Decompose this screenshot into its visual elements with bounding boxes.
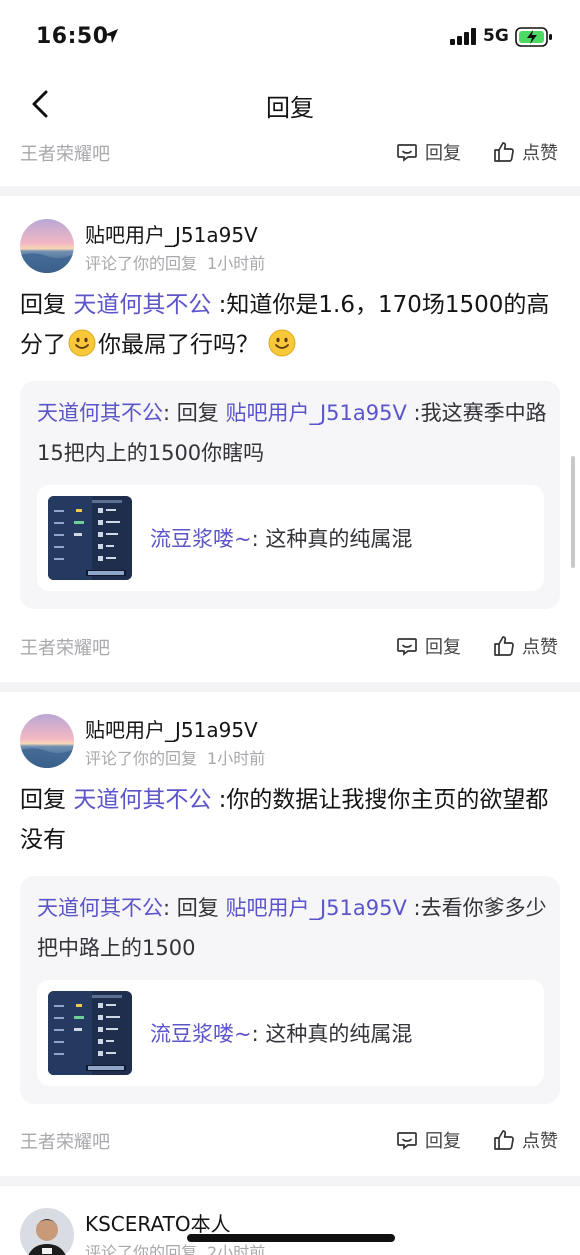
comment-body[interactable]: 回复 天道何其不公 :知道你是1.6，170场1500的高分了 你最屌了行吗？ — [20, 285, 565, 365]
mention-link[interactable]: 天道何其不公 — [73, 787, 211, 813]
notification-card[interactable]: 贴吧用户_J51a95V 评论了你的回复 1小时前 回复 天道何其不公 :知道你是… — [0, 196, 580, 682]
thumbs-up-icon — [494, 636, 514, 656]
reply-button[interactable]: 回复 — [395, 630, 461, 662]
footer-row: 王者荣耀吧 回复 点赞 — [0, 624, 580, 668]
like-label: 点赞 — [522, 143, 558, 164]
mention-link[interactable]: 天道何其不公 — [73, 292, 211, 318]
footer-row: 王者荣耀吧 回复 点赞 — [0, 130, 580, 174]
action-text: 评论了你的回复 — [85, 1243, 198, 1255]
cellular-signal-icon — [450, 28, 476, 45]
original-post-text: 流豆浆喽~: 这种真的纯属混 — [150, 1018, 412, 1048]
scrollbar[interactable] — [571, 456, 575, 568]
reply-prefix: 回复 — [20, 292, 66, 318]
quote-mention[interactable]: 贴吧用户_J51a95V — [225, 401, 406, 425]
meta-line: 评论了你的回复 1小时前 — [85, 250, 265, 274]
reply-label: 回复 — [425, 143, 461, 164]
post-snippet: : 这种真的纯属混 — [251, 527, 413, 551]
like-button[interactable]: 点赞 — [492, 1124, 558, 1156]
post-author[interactable]: 流豆浆喽~ — [150, 527, 252, 551]
nav-bar: 回复 — [0, 72, 580, 136]
like-button[interactable]: 点赞 — [492, 630, 558, 662]
network-type: 5G — [483, 26, 509, 46]
original-post-card[interactable]: 流豆浆喽~: 这种真的纯属混 — [37, 980, 544, 1086]
action-text: 评论了你的回复 — [85, 749, 198, 768]
like-label: 点赞 — [522, 1131, 558, 1152]
status-bar: 16:50 5G — [0, 0, 580, 72]
like-label: 点赞 — [522, 637, 558, 658]
divider — [0, 682, 580, 692]
divider — [0, 1176, 580, 1186]
battery-charging-icon — [515, 27, 552, 47]
avatar[interactable] — [20, 1208, 74, 1255]
quote-reply-word: : 回复 — [163, 896, 219, 920]
quote-reply-word: : 回复 — [163, 401, 219, 425]
location-arrow-icon — [104, 29, 118, 43]
comment-text: 你最屌了行吗？ — [98, 332, 259, 358]
quote-text: 天道何其不公: 回复 贴吧用户_J51a95V :去看你爹多少把中路上的1500 — [37, 888, 547, 968]
quoted-reply[interactable]: 天道何其不公: 回复 贴吧用户_J51a95V :去看你爹多少把中路上的1500… — [20, 876, 560, 1104]
comment-icon — [397, 1132, 417, 1150]
comment-icon — [397, 638, 417, 656]
status-time: 16:50 — [36, 24, 109, 49]
comment-body[interactable]: 回复 天道何其不公 :你的数据让我搜你主页的欲望都没有 — [20, 780, 565, 860]
username[interactable]: KSCERATO本人 — [85, 1208, 231, 1237]
username[interactable]: 贴吧用户_J51a95V — [85, 219, 258, 248]
forum-name[interactable]: 王者荣耀吧 — [20, 634, 110, 660]
action-text: 评论了你的回复 — [85, 254, 198, 273]
page-title: 回复 — [266, 94, 314, 122]
timestamp: 1小时前 — [207, 749, 266, 768]
smile-emoji-icon — [68, 329, 96, 357]
original-post-text: 流豆浆喽~: 这种真的纯属混 — [150, 523, 412, 553]
timestamp: 1小时前 — [207, 254, 266, 273]
like-button[interactable]: 点赞 — [492, 136, 558, 168]
thumbs-up-icon — [494, 142, 514, 162]
divider — [0, 186, 580, 196]
username[interactable]: 贴吧用户_J51a95V — [85, 714, 258, 743]
original-post-card[interactable]: 流豆浆喽~: 这种真的纯属混 — [37, 485, 544, 591]
post-author[interactable]: 流豆浆喽~ — [150, 1022, 252, 1046]
notification-list[interactable]: 王者荣耀吧 回复 点赞 贴吧用户_J51a95V 评论了你的回复 1小时前 回复 … — [0, 0, 580, 1255]
forum-name[interactable]: 王者荣耀吧 — [20, 140, 110, 166]
timestamp: 2小时前 — [207, 1243, 266, 1255]
quote-text: 天道何其不公: 回复 贴吧用户_J51a95V :我这赛季中路15把内上的150… — [37, 393, 547, 473]
post-thumbnail — [48, 496, 132, 580]
notification-card[interactable]: 贴吧用户_J51a95V 评论了你的回复 1小时前 回复 天道何其不公 :你的数据… — [0, 692, 580, 1176]
reply-label: 回复 — [425, 637, 461, 658]
avatar[interactable] — [20, 219, 74, 273]
avatar[interactable] — [20, 714, 74, 768]
home-indicator[interactable] — [187, 1234, 395, 1242]
post-snippet: : 这种真的纯属混 — [251, 1022, 413, 1046]
forum-name[interactable]: 王者荣耀吧 — [20, 1128, 110, 1154]
quote-author[interactable]: 天道何其不公 — [37, 896, 163, 920]
reply-button[interactable]: 回复 — [395, 1124, 461, 1156]
quote-mention[interactable]: 贴吧用户_J51a95V — [225, 896, 406, 920]
comment-icon — [397, 144, 417, 162]
quote-author[interactable]: 天道何其不公 — [37, 401, 163, 425]
reply-button[interactable]: 回复 — [395, 136, 461, 168]
notification-card[interactable]: KSCERATO本人 评论了你的回复 2小时前 — [0, 1186, 580, 1255]
reply-prefix: 回复 — [20, 787, 66, 813]
footer-row: 王者荣耀吧 回复 点赞 — [0, 1118, 580, 1162]
post-thumbnail — [48, 991, 132, 1075]
thumbs-up-icon — [494, 1130, 514, 1150]
meta-line: 评论了你的回复 1小时前 — [85, 745, 265, 769]
quoted-reply[interactable]: 天道何其不公: 回复 贴吧用户_J51a95V :我这赛季中路15把内上的150… — [20, 381, 560, 609]
reply-label: 回复 — [425, 1131, 461, 1152]
smile-emoji-icon — [268, 329, 296, 357]
